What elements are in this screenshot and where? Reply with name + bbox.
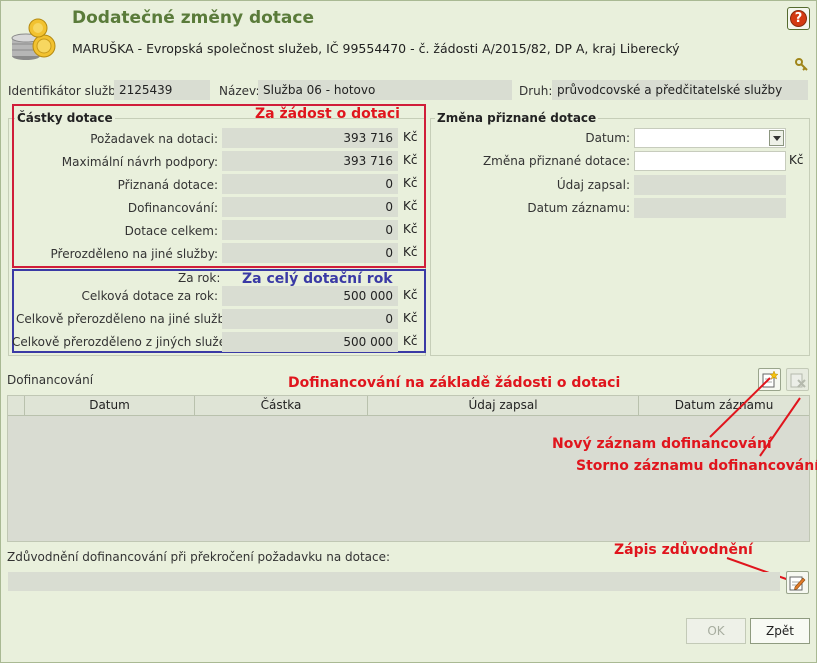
edit-note-icon [789, 576, 806, 591]
back-button[interactable]: Zpět [750, 618, 810, 644]
justification-field [8, 572, 780, 591]
justification-label: Zdůvodnění dofinancování při překročení … [7, 550, 391, 564]
annotation-storno: Storno záznamu dofinancování [576, 458, 817, 474]
annotation-justification: Zápis zdůvodnění [614, 542, 753, 558]
ok-button[interactable]: OK [686, 618, 746, 644]
annotation-new-record: Nový záznam dofinancování [552, 436, 772, 452]
edit-justification-button[interactable] [786, 571, 809, 594]
